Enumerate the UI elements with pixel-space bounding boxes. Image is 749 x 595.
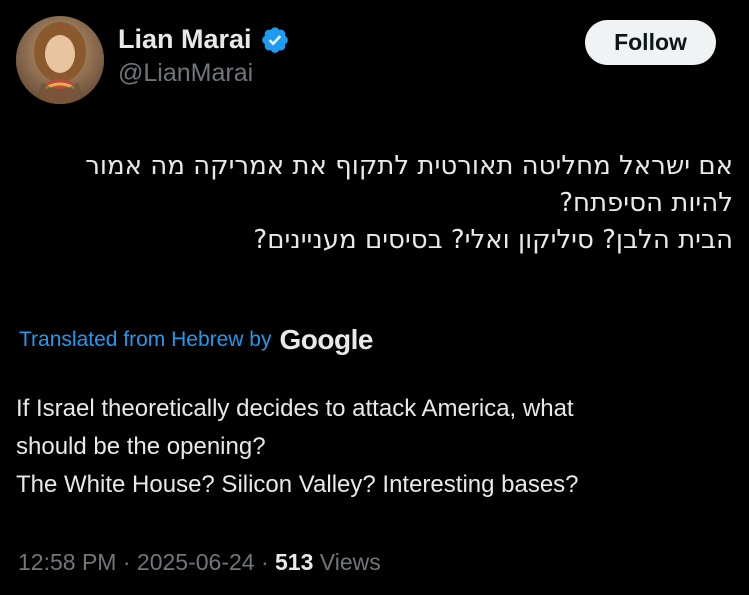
- tweet-text-line: אם ישראל מחליטה תאורטית לתקוף את אמריקה …: [85, 151, 733, 181]
- translation-line: should be the opening?: [16, 433, 266, 460]
- tweet-text-line: הבית הלבן? סיליקון ואלי? בסיסים מעניינים…: [253, 225, 733, 255]
- google-logo: Google: [279, 324, 373, 355]
- translated-from-label[interactable]: Translated from Hebrew by: [19, 328, 271, 352]
- views-label: Views: [319, 549, 381, 575]
- translation-line: The White House? Silicon Valley? Interes…: [16, 471, 579, 498]
- user-handle[interactable]: @LianMarai: [118, 59, 290, 88]
- follow-button[interactable]: Follow: [585, 20, 716, 65]
- avatar-image: [16, 16, 104, 104]
- tweet-meta: 12:58 PM · 2025-06-24 · 513 Views: [18, 549, 381, 576]
- avatar[interactable]: [16, 16, 104, 104]
- display-name[interactable]: Lian Marai: [118, 24, 252, 55]
- translation-line: If Israel theoretically decides to attac…: [16, 395, 574, 422]
- tweet-time[interactable]: 12:58 PM: [18, 549, 116, 575]
- meta-separator: ·: [122, 549, 131, 575]
- user-info: Lian Marai @LianMarai: [118, 24, 290, 88]
- tweet-text-original: אם ישראל מחליטה תאורטית לתקוף את אמריקה …: [16, 148, 733, 259]
- translation-attribution[interactable]: Translated from Hebrew by Google: [19, 324, 373, 356]
- tweet-date[interactable]: 2025-06-24: [137, 549, 255, 575]
- name-row: Lian Marai: [118, 24, 290, 55]
- tweet-text-translation: If Israel theoretically decides to attac…: [16, 390, 733, 504]
- meta-separator: ·: [260, 549, 269, 575]
- tweet-header: Lian Marai @LianMarai Follow: [16, 14, 733, 106]
- views-count: 513: [275, 549, 314, 575]
- verified-badge-icon: [260, 25, 290, 55]
- tweet-text-line: להיות הסיפתח?: [559, 188, 733, 218]
